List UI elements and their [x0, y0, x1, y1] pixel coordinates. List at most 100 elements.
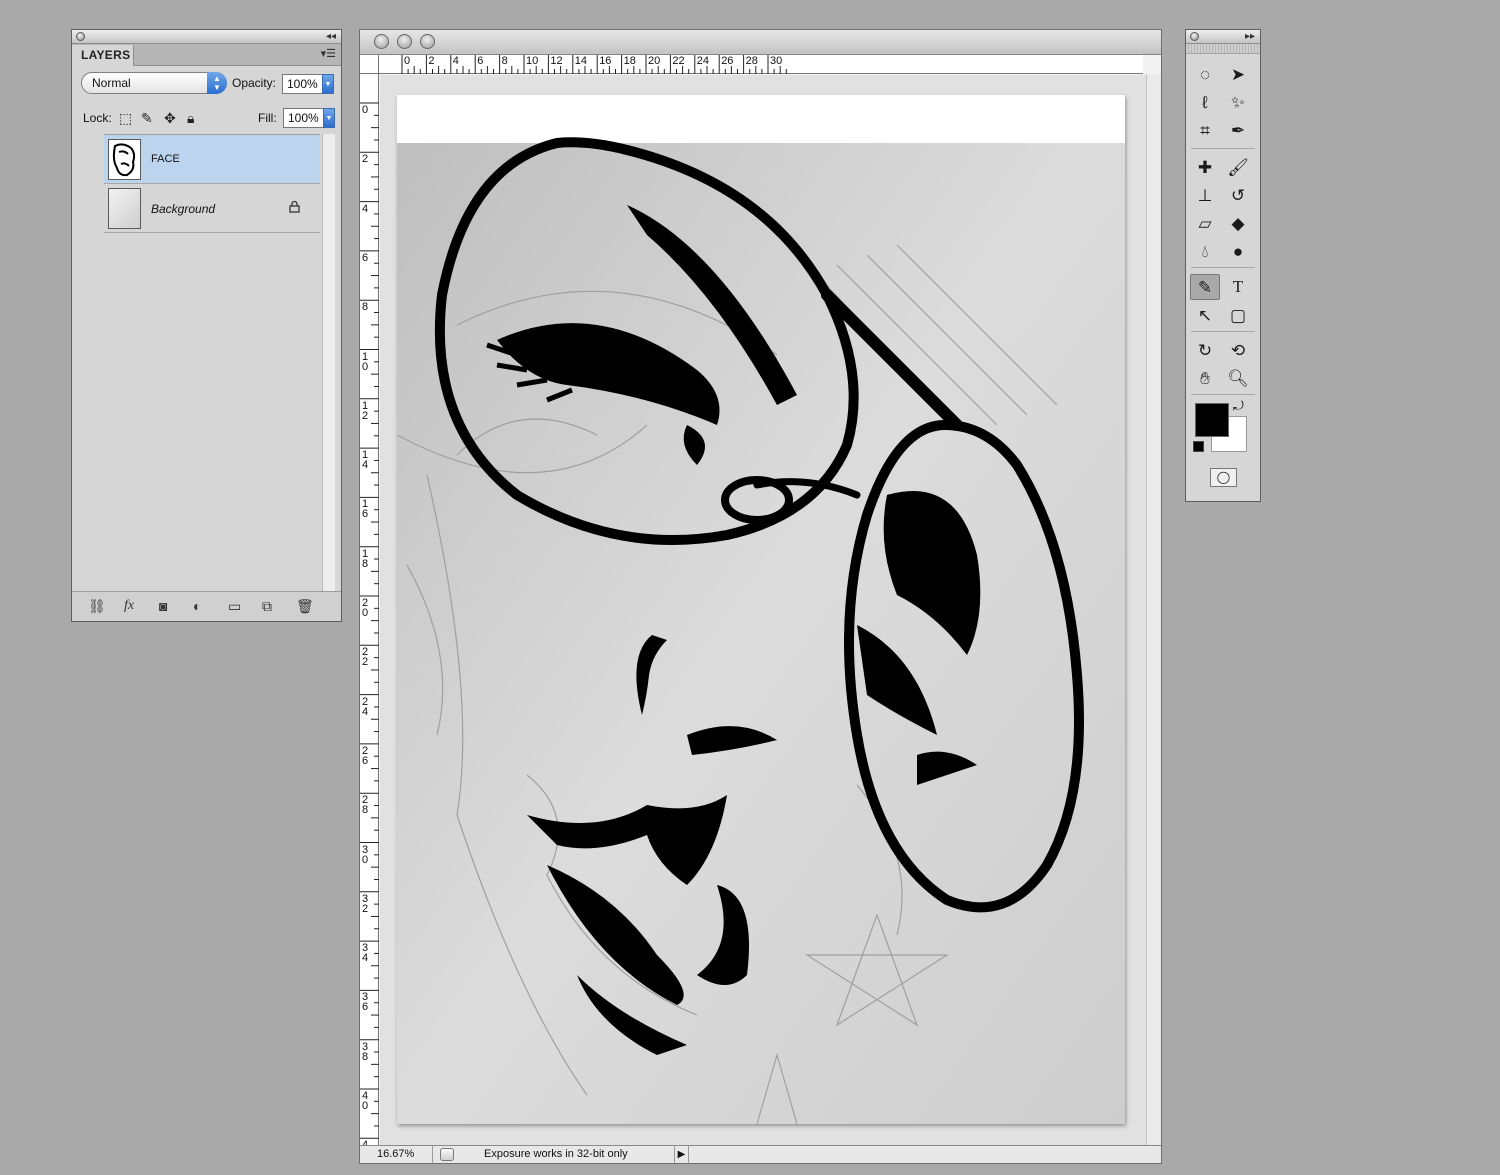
ruler-label: 18: [623, 55, 636, 67]
pen-icon[interactable]: ✎: [1190, 274, 1220, 300]
blend-mode-select[interactable]: Normal ▲ ▼: [81, 72, 227, 94]
tab-layers[interactable]: LAYERS: [72, 45, 134, 66]
history-brush-icon[interactable]: ↺: [1223, 183, 1253, 209]
adjustment-layer-icon[interactable]: ◐: [193, 598, 201, 614]
opacity-label: Opacity:: [232, 76, 277, 90]
ruler-label: 0: [404, 55, 411, 67]
collapse-icon[interactable]: ◂◂: [326, 30, 336, 43]
eyedropper-icon[interactable]: ✒: [1223, 118, 1253, 144]
ruler-label: 4: [452, 55, 459, 67]
layers-panel-footer: ⛓ fx ◙ ◐ ▭ ⧉ 🗑︎: [72, 591, 341, 621]
ruler-label: 24: [362, 695, 369, 718]
eraser-icon[interactable]: ▱: [1190, 211, 1220, 237]
expand-icon[interactable]: ▸▸: [1245, 30, 1255, 43]
horizontal-ruler[interactable]: 0 2 4 6 8 10 12 14 16 18 20 22 24 26 28 30: [379, 55, 1143, 74]
ruler-label: 20: [648, 55, 661, 67]
lock-all-icon[interactable]: 🔒︎: [187, 110, 194, 126]
close-icon[interactable]: [76, 32, 85, 41]
opacity-dropdown-icon[interactable]: ▼: [322, 74, 334, 94]
layer-row-background[interactable]: Background: [104, 184, 320, 233]
status-menu-arrow-icon[interactable]: ▶: [674, 1146, 689, 1163]
quick-mask-icon[interactable]: ◯: [1210, 468, 1237, 487]
ruler-label: 0: [362, 104, 369, 116]
swap-colors-icon[interactable]: ⤾: [1233, 398, 1244, 414]
minimize-window-icon[interactable]: [397, 34, 412, 49]
layer-mask-icon[interactable]: ◙: [159, 598, 167, 614]
dodge-icon[interactable]: ●: [1223, 239, 1253, 265]
lasso-icon[interactable]: ℓ: [1190, 90, 1220, 116]
lock-image-icon[interactable]: ✎: [141, 110, 153, 126]
lock-transparent-icon[interactable]: ⬚: [119, 110, 132, 126]
clone-stamp-icon[interactable]: ⊥: [1190, 183, 1220, 209]
fill-value: 100%: [288, 111, 319, 125]
hand-icon[interactable]: ✋︎: [1190, 366, 1220, 392]
layers-panel: ◂◂ LAYERS ▾☰ Normal ▲ ▼ Opacity: 100% ▼ L…: [71, 29, 342, 622]
close-icon[interactable]: [1190, 32, 1199, 41]
select-arrows-icon: ▲ ▼: [207, 72, 227, 94]
type-icon[interactable]: T: [1223, 274, 1253, 300]
ruler-label: 22: [672, 55, 685, 67]
ruler-label: 14: [574, 55, 588, 67]
ruler-origin[interactable]: [360, 55, 379, 74]
new-layer-icon[interactable]: ⧉: [262, 598, 272, 614]
panel-menu-icon[interactable]: ▾☰: [321, 48, 336, 60]
canvas-area[interactable]: [380, 75, 1148, 1147]
zoom-icon[interactable]: 🔍︎: [1223, 366, 1253, 392]
document-window: 0 2 4 6 8 10 12 14 16 18 20 22 24 26 28 30 0 2 4 6 8 10 12 14 1…: [359, 29, 1162, 1164]
ruler-label: 16: [362, 498, 369, 521]
ruler-label: 12: [550, 55, 563, 67]
tool-separator: [1191, 267, 1255, 268]
shape-icon[interactable]: ▢: [1223, 303, 1253, 329]
ruler-label: 18: [362, 547, 369, 570]
marquee-icon[interactable]: ◌: [1190, 62, 1220, 88]
layers-scrollbar[interactable]: [322, 134, 335, 596]
new-group-icon[interactable]: ▭: [228, 598, 241, 614]
move-icon[interactable]: ➤: [1223, 62, 1253, 88]
zoom-toggle-icon[interactable]: [440, 1148, 454, 1161]
ruler-label: 30: [362, 843, 369, 866]
layer-style-icon[interactable]: fx: [124, 598, 134, 614]
blur-icon[interactable]: 💧︎: [1190, 239, 1220, 265]
opacity-value: 100%: [287, 77, 318, 91]
link-layers-icon[interactable]: ⛓: [88, 598, 106, 614]
close-window-icon[interactable]: [374, 34, 389, 49]
magic-wand-icon[interactable]: ✨︎: [1223, 90, 1253, 116]
3d-rotate-icon[interactable]: ↻: [1190, 338, 1220, 364]
zoom-window-icon[interactable]: [420, 34, 435, 49]
default-colors-icon[interactable]: [1193, 441, 1204, 452]
layer-row-face[interactable]: FACE: [104, 135, 320, 184]
ruler-label: 32: [362, 892, 369, 915]
vertical-scrollbar[interactable]: [1146, 74, 1161, 1147]
path-selection-icon[interactable]: ↖: [1190, 303, 1220, 329]
paint-bucket-icon[interactable]: ◆: [1223, 211, 1253, 237]
lock-label: Lock:: [83, 111, 112, 125]
crop-icon[interactable]: ⌗: [1190, 118, 1220, 144]
zoom-level-field[interactable]: 16.67%: [360, 1146, 433, 1163]
layer-thumbnail: [108, 139, 141, 180]
document-titlebar[interactable]: [360, 30, 1161, 55]
fill-label: Fill:: [258, 111, 277, 125]
foreground-color-swatch[interactable]: [1195, 403, 1229, 437]
fill-field[interactable]: 100% ▼: [283, 108, 335, 128]
layers-panel-titlebar[interactable]: ◂◂: [72, 30, 341, 44]
delete-layer-icon[interactable]: 🗑︎: [296, 598, 314, 614]
3d-orbit-icon[interactable]: ⟲: [1223, 338, 1253, 364]
tools-panel-titlebar[interactable]: ▸▸: [1186, 30, 1260, 44]
blend-row: Normal ▲ ▼ Opacity: 100% ▼: [81, 72, 335, 96]
ruler-label: 10: [362, 350, 369, 373]
ruler-label: 26: [362, 744, 369, 767]
healing-brush-icon[interactable]: ✚: [1190, 155, 1220, 181]
ruler-label: 2: [362, 153, 369, 166]
ruler-label: 28: [362, 794, 369, 817]
ruler-label: 28: [745, 55, 758, 67]
lock-position-icon[interactable]: ✥: [164, 110, 176, 126]
ruler-label: 8: [362, 301, 369, 314]
fill-dropdown-icon[interactable]: ▼: [323, 108, 335, 128]
opacity-field[interactable]: 100% ▼: [282, 74, 334, 94]
ruler-label: 10: [526, 55, 539, 67]
tool-separator: [1191, 331, 1255, 332]
document-canvas[interactable]: [396, 95, 1125, 1125]
brush-icon[interactable]: 🖌︎: [1223, 155, 1253, 181]
tools-grip[interactable]: [1186, 44, 1260, 54]
vertical-ruler[interactable]: 024681012141618202224262830323436384042: [360, 74, 379, 1161]
